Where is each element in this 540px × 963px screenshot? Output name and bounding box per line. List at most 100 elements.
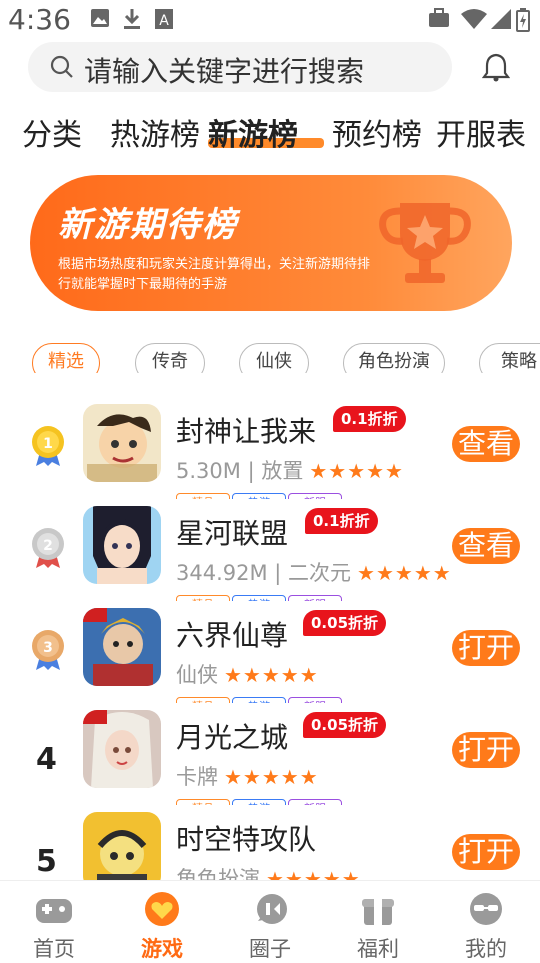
game-row[interactable]: 2 星河联盟 0.1折折 344.92M | 二次元★★★★★ 精品热游新服 查…: [0, 506, 540, 606]
tag: 新服: [288, 697, 342, 703]
bottom-nav: 首页 游戏 圈子 福利 我的: [0, 880, 540, 963]
game-icon-xinghe: [83, 506, 161, 584]
search-bar[interactable]: 请输入关键字进行搜索: [28, 42, 452, 92]
briefcase-icon: [429, 8, 449, 27]
search-icon: [50, 55, 73, 78]
chip-legend[interactable]: 传奇: [135, 343, 205, 373]
chip-featured[interactable]: 精选: [32, 343, 100, 373]
chip-strategy[interactable]: 策略: [479, 343, 540, 373]
bronze-medal-icon: 3: [32, 630, 64, 670]
game-tags: 精品热游新服: [176, 593, 344, 601]
tab-new[interactable]: 新游榜: [208, 110, 298, 154]
game-meta: 仙侠 ★★★★★: [176, 659, 319, 689]
rank-number: 5: [36, 844, 57, 879]
battery-icon: [516, 8, 530, 32]
nav-games[interactable]: 游戏: [122, 891, 202, 963]
game-row[interactable]: 4 月光之城 0.05折折 卡牌★★★★★ 精品热游新服 打开: [0, 710, 540, 810]
nav-label: 首页: [33, 937, 75, 961]
game-name: 月光之城: [176, 721, 289, 754]
game-genre: 卡牌: [176, 765, 218, 789]
tag: 精品: [176, 799, 230, 805]
tag: 热游: [232, 799, 286, 805]
status-time: 4:36: [8, 3, 71, 36]
game-size: 344.92M: [176, 561, 268, 585]
tag: 精品: [176, 595, 230, 601]
game-icon-shikong: [83, 812, 161, 880]
discount-badge: 0.1折折: [305, 508, 378, 534]
game-icon-yueguang: [83, 710, 161, 788]
nav-home[interactable]: 首页: [14, 891, 94, 963]
bell-icon[interactable]: [482, 52, 510, 82]
open-button[interactable]: 打开: [452, 834, 520, 870]
svg-text:3: 3: [43, 640, 53, 656]
signal-icon: [491, 9, 511, 29]
nav-community[interactable]: 圈子: [230, 891, 310, 963]
trophy-icon: [379, 203, 471, 283]
open-button[interactable]: 打开: [452, 630, 520, 666]
game-row[interactable]: 3 六界仙尊 0.05折折 仙侠★★★★★ 精品热游新服 打开: [0, 608, 540, 708]
game-icon: [145, 892, 179, 926]
nav-label: 游戏: [141, 937, 183, 961]
game-name: 时空特攻队: [176, 823, 317, 856]
game-tags: 精品热游新服: [176, 695, 344, 703]
game-icon-liujie: [83, 608, 161, 686]
rating-stars: ★★★★★: [266, 867, 361, 880]
svg-text:1: 1: [43, 436, 53, 452]
chip-xianxia[interactable]: 仙侠: [239, 343, 309, 373]
game-tags: 精品热游新服: [176, 491, 344, 499]
profile-icon: [470, 893, 502, 925]
game-meta: 344.92M | 二次元 ★★★★★: [176, 561, 452, 585]
game-genre: 二次元: [288, 561, 352, 585]
gold-medal-icon: 1: [32, 426, 64, 466]
silver-medal-icon: 2: [32, 528, 64, 568]
view-button[interactable]: 查看: [452, 528, 520, 564]
wifi-icon: [461, 9, 487, 29]
game-name: 星河联盟: [176, 517, 289, 550]
game-genre: 放置: [261, 459, 304, 483]
game-meta: 角色扮演 ★★★★★: [176, 863, 361, 880]
open-button[interactable]: 打开: [452, 732, 520, 768]
game-size: 5.30M: [176, 459, 241, 483]
tab-hot[interactable]: 热游榜: [110, 110, 200, 154]
tab-reserve[interactable]: 预约榜: [332, 110, 422, 154]
tag: 新服: [288, 493, 342, 499]
banner[interactable]: 新游期待榜 根据市场热度和玩家关注度计算得出，关注新游期待排行就能掌握时下最期待…: [30, 175, 512, 311]
game-row[interactable]: 5 时空特攻队 角色扮演 ★★★★★ 打开: [0, 812, 540, 880]
search-input[interactable]: 请输入关键字进行搜索: [84, 50, 364, 90]
rating-stars: ★★★★★: [357, 561, 452, 585]
game-tags: 精品热游新服: [176, 797, 344, 805]
nav-label: 福利: [357, 937, 399, 961]
game-icon-fengshen: [83, 404, 161, 482]
rank-number: 4: [36, 742, 57, 777]
game-row[interactable]: 1 封神让我来 0.1折折 5.30M | 放置★★★★★ 精品热游新服 查看: [0, 404, 540, 504]
home-icon: [36, 899, 72, 923]
download-icon: [124, 9, 140, 29]
tab-category[interactable]: 分类: [22, 110, 82, 154]
nav-profile[interactable]: 我的: [446, 891, 526, 963]
view-button[interactable]: 查看: [452, 426, 520, 462]
rating-stars: ★★★★★: [309, 459, 404, 483]
image-icon: [91, 9, 109, 27]
game-name: 封神让我来: [176, 415, 317, 448]
tag: 精品: [176, 493, 230, 499]
game-genre: 角色扮演: [176, 867, 260, 880]
nav-welfare[interactable]: 福利: [338, 891, 418, 963]
font-icon: A: [155, 9, 173, 29]
tag: 热游: [232, 595, 286, 601]
svg-text:2: 2: [43, 538, 53, 554]
svg-text:A: A: [159, 13, 169, 29]
tag: 精品: [176, 697, 230, 703]
tab-server[interactable]: 开服表: [436, 110, 526, 154]
nav-label: 圈子: [249, 937, 291, 961]
game-name: 六界仙尊: [176, 619, 289, 652]
tab-bar: 分类 热游榜 新游榜 预约榜 开服表: [0, 110, 540, 160]
tag: 新服: [288, 799, 342, 805]
chip-rpg[interactable]: 角色扮演: [343, 343, 445, 373]
community-icon: [257, 894, 287, 924]
banner-description: 根据市场热度和玩家关注度计算得出，关注新游期待排行就能掌握时下最期待的手游: [58, 257, 371, 292]
banner-title: 新游期待榜: [58, 205, 238, 245]
status-bar: 4:36 A: [0, 0, 540, 40]
game-meta: 5.30M | 放置 ★★★★★: [176, 459, 404, 483]
discount-badge: 0.1折折: [333, 406, 406, 432]
tag: 新服: [288, 595, 342, 601]
